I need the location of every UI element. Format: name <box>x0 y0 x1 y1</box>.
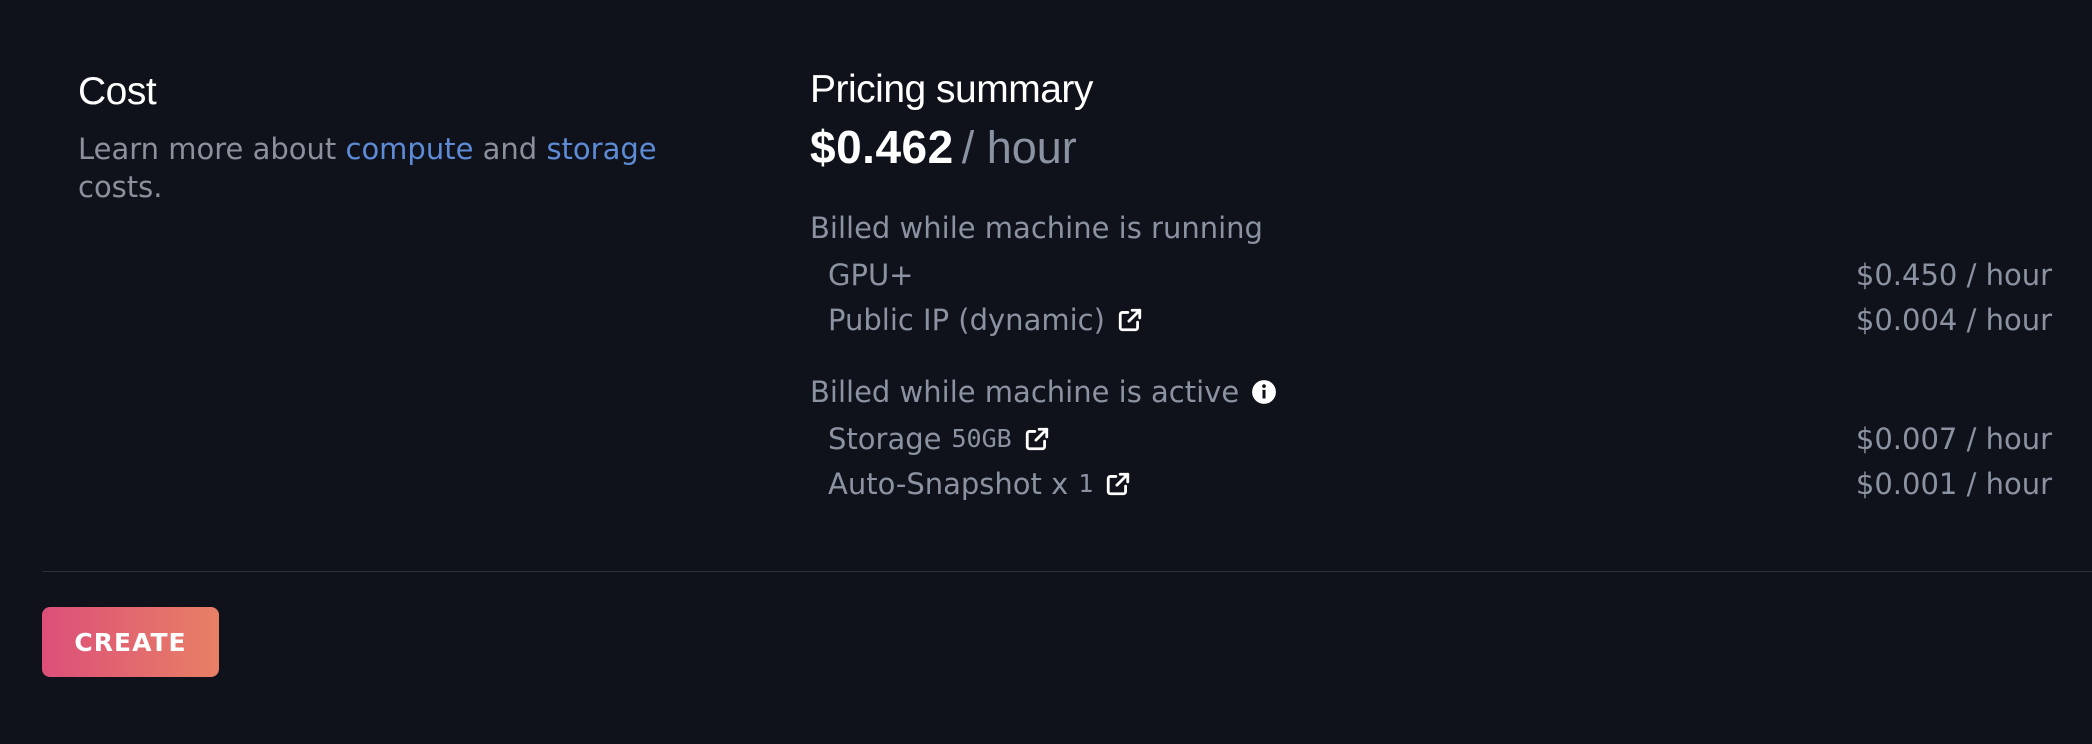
line-item-gpu: GPU+ $0.450 / hour <box>810 252 2052 297</box>
cost-section: Cost Learn more about compute and storag… <box>78 70 718 206</box>
group-heading-running-label: Billed while machine is running <box>810 211 1263 245</box>
section-divider <box>42 571 2092 572</box>
compute-link[interactable]: compute <box>346 132 474 166</box>
create-button[interactable]: CREATE <box>42 607 219 677</box>
external-link-icon[interactable] <box>1105 471 1131 497</box>
cost-desc-suffix: costs. <box>78 170 163 204</box>
line-item-storage-label: Storage <box>828 421 942 456</box>
line-item-gpu-label: GPU+ <box>828 257 914 292</box>
total-price: $0.462 / hour <box>810 120 2052 186</box>
group-heading-running: Billed while machine is running <box>810 206 2052 250</box>
external-link-icon[interactable] <box>1117 307 1143 333</box>
group-heading-active: Billed while machine is active <box>810 370 2052 414</box>
line-item-auto-snapshot: Auto-Snapshot x 1 $0.001 / hour <box>810 461 2052 506</box>
line-item-auto-snapshot-count: 1 <box>1078 469 1094 498</box>
info-icon[interactable] <box>1251 379 1277 405</box>
line-item-gpu-price: $0.450 / hour <box>1855 257 2052 292</box>
cost-description: Learn more about compute and storage cos… <box>78 130 718 206</box>
cost-desc-prefix: Learn more about <box>78 132 346 166</box>
line-item-storage: Storage 50GB $0.007 / hour <box>810 416 2052 461</box>
group-heading-active-label: Billed while machine is active <box>810 375 1240 409</box>
cost-desc-and: and <box>473 132 547 166</box>
line-item-public-ip-label: Public IP (dynamic) <box>828 302 1105 337</box>
line-item-public-ip-price: $0.004 / hour <box>1855 302 2052 337</box>
line-item-public-ip: Public IP (dynamic) $0.004 / hour <box>810 297 2052 342</box>
line-item-storage-price: $0.007 / hour <box>1855 421 2052 456</box>
total-unit: / hour <box>961 122 1077 173</box>
line-item-auto-snapshot-price: $0.001 / hour <box>1855 466 2052 501</box>
line-item-auto-snapshot-label: Auto-Snapshot x <box>828 466 1069 501</box>
total-amount: $0.462 <box>810 121 954 173</box>
storage-link[interactable]: storage <box>546 132 656 166</box>
pricing-summary: Pricing summary $0.462 / hour Billed whi… <box>810 66 2052 506</box>
external-link-icon[interactable] <box>1024 426 1050 452</box>
pricing-title: Pricing summary <box>810 68 1093 111</box>
cost-title: Cost <box>78 70 157 113</box>
line-item-storage-size: 50GB <box>951 424 1012 453</box>
